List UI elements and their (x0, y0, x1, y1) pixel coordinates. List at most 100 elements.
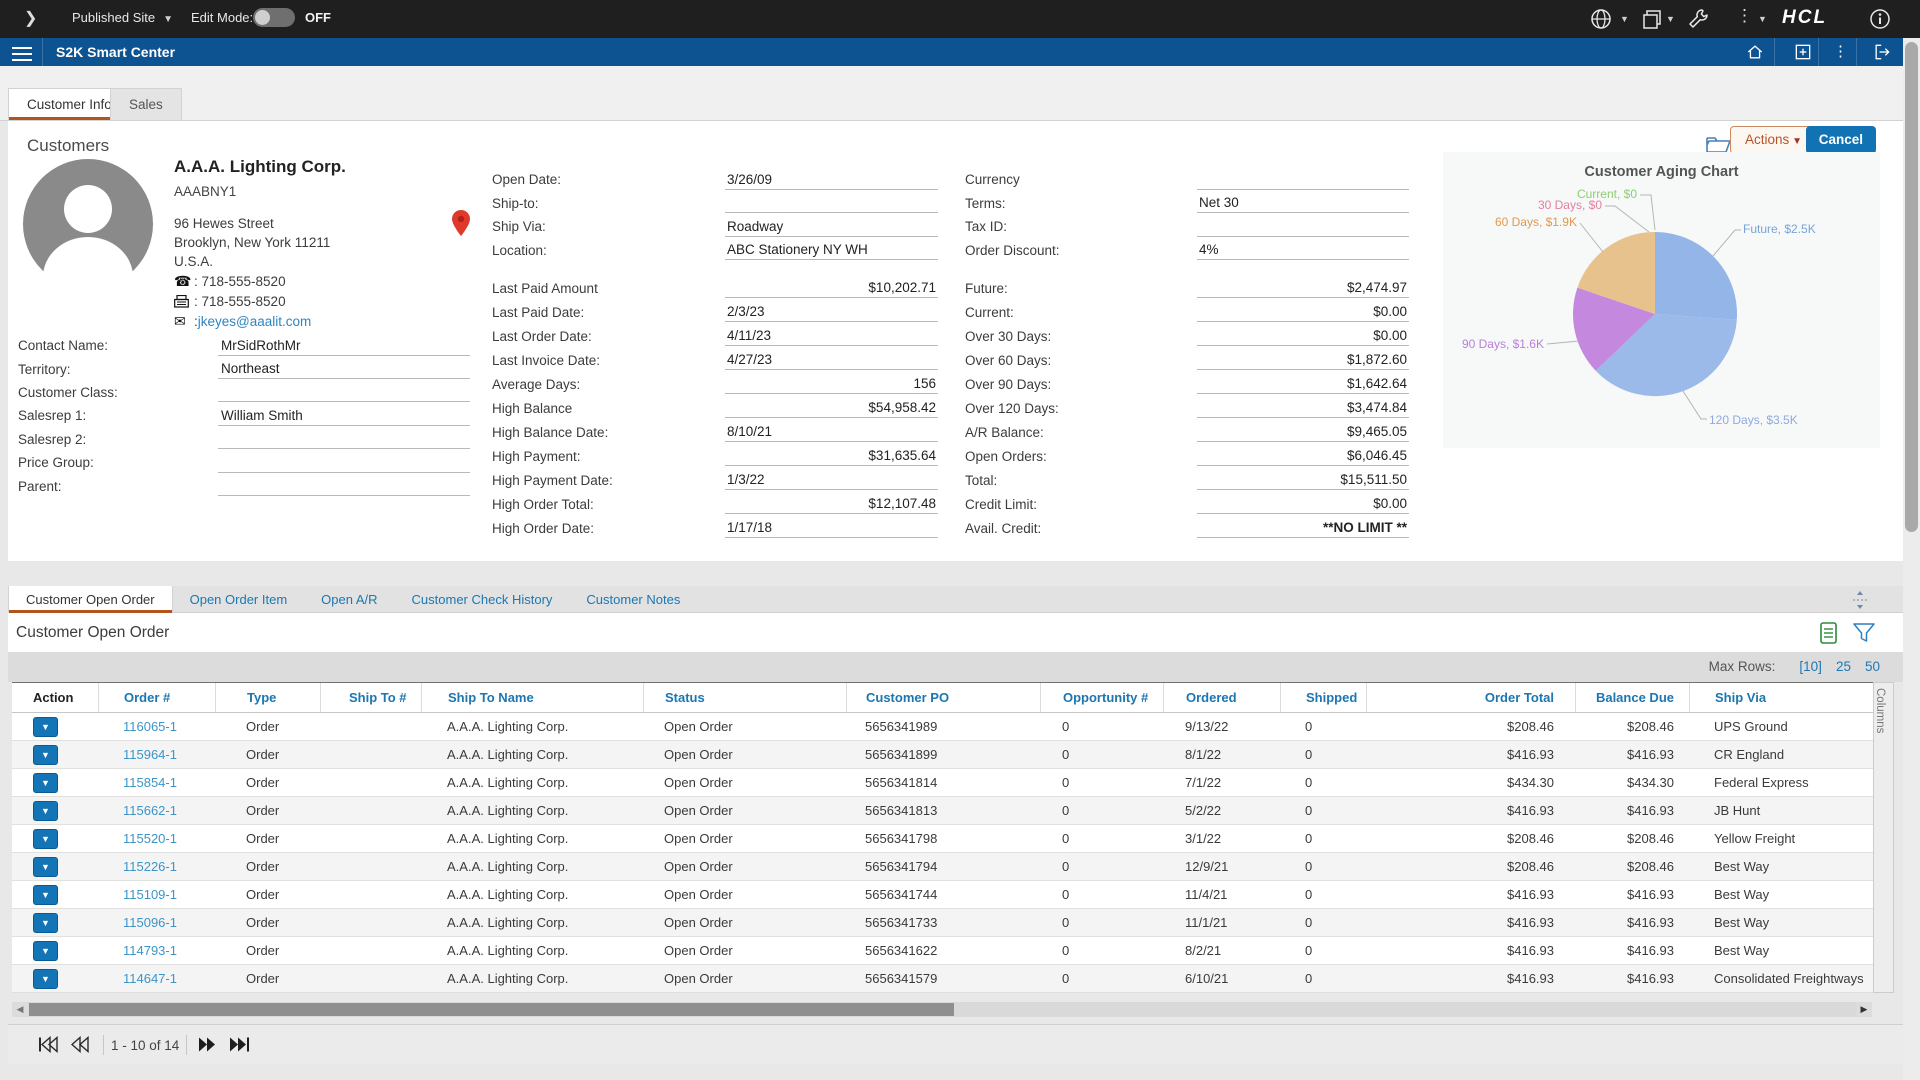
row-action-menu-button[interactable]: ▼ (33, 717, 58, 737)
actions-button[interactable]: Actions ▼ (1730, 126, 1817, 154)
subtab-open-a-r[interactable]: Open A/R (304, 586, 394, 613)
globe-caret-icon[interactable]: ▼ (1620, 14, 1629, 24)
field-parent[interactable] (218, 476, 470, 496)
field-ship-via[interactable]: Roadway (725, 217, 938, 237)
field-high-balance[interactable]: $54,958.42 (725, 398, 938, 418)
scrollbar-thumb[interactable] (29, 1003, 954, 1016)
scroll-left-arrow-icon[interactable]: ◀ (12, 1002, 28, 1017)
previous-page-button[interactable] (71, 1036, 91, 1053)
wrench-icon[interactable] (1686, 7, 1710, 31)
field-last-paid-amount[interactable]: $10,202.71 (725, 278, 938, 298)
field-high-order-date[interactable]: 1/17/18 (725, 518, 938, 538)
field-average-days[interactable]: 156 (725, 374, 938, 394)
kebab-caret-icon[interactable]: ▼ (1758, 14, 1767, 24)
logout-icon[interactable] (1872, 42, 1892, 62)
field-last-invoice-date[interactable]: 4/27/23 (725, 350, 938, 370)
columns-panel-toggle[interactable]: Columns (1873, 682, 1894, 993)
column-header-shipped[interactable]: Shipped (1280, 683, 1366, 712)
field-high-balance-date[interactable]: 8/10/21 (725, 422, 938, 442)
row-action-menu-button[interactable]: ▼ (33, 801, 58, 821)
pages-caret-icon[interactable]: ▼ (1666, 14, 1675, 24)
field-currency[interactable] (1197, 170, 1409, 190)
field-salesrep-2[interactable] (218, 429, 470, 449)
max-rows-option-10[interactable]: [10] (1799, 659, 1822, 674)
field-current[interactable]: $0.00 (1197, 302, 1409, 322)
field-terms[interactable]: Net 30 (1197, 193, 1409, 213)
field-tax-id[interactable] (1197, 217, 1409, 237)
row-action-menu-button[interactable]: ▼ (33, 913, 58, 933)
first-page-button[interactable] (38, 1036, 58, 1053)
field-last-order-date[interactable]: 4/11/23 (725, 326, 938, 346)
info-icon[interactable] (1868, 7, 1892, 31)
add-window-icon[interactable] (1793, 42, 1813, 62)
field-location[interactable]: ABC Stationery NY WH (725, 240, 938, 260)
field-future[interactable]: $2,474.97 (1197, 278, 1409, 298)
column-header-ordered[interactable]: Ordered (1163, 683, 1280, 712)
pie-slice-future[interactable] (1655, 232, 1737, 320)
field-a-r-balance[interactable]: $9,465.05 (1197, 422, 1409, 442)
export-spreadsheet-icon[interactable] (1820, 622, 1840, 644)
column-header-order-total[interactable]: Order Total (1366, 683, 1575, 712)
row-action-menu-button[interactable]: ▼ (33, 857, 58, 877)
field-price-group[interactable] (218, 453, 470, 473)
column-header-order[interactable]: Order # (98, 683, 215, 712)
column-header-opportunity[interactable]: Opportunity # (1040, 683, 1163, 712)
hamburger-menu-icon[interactable] (12, 43, 32, 61)
field-customer-class[interactable] (218, 382, 470, 402)
field-open-orders[interactable]: $6,046.45 (1197, 446, 1409, 466)
column-header-type[interactable]: Type (215, 683, 320, 712)
column-header-balance-due[interactable]: Balance Due (1575, 683, 1689, 712)
subtab-customer-open-order[interactable]: Customer Open Order (8, 586, 173, 613)
appbar-kebab-menu-icon[interactable]: ⋮ (1833, 42, 1848, 60)
field-high-order-total[interactable]: $12,107.48 (725, 494, 938, 514)
field-territory[interactable]: Northeast (218, 359, 470, 379)
row-action-menu-button[interactable]: ▼ (33, 969, 58, 989)
next-page-button[interactable] (198, 1036, 218, 1053)
field-total[interactable]: $15,511.50 (1197, 470, 1409, 490)
column-header-customer-po[interactable]: Customer PO (846, 683, 1040, 712)
home-icon[interactable] (1745, 42, 1765, 62)
field-open-date[interactable]: 3/26/09 (725, 170, 938, 190)
order-number-link[interactable]: 115096-1 (123, 915, 177, 930)
cancel-button[interactable]: Cancel (1806, 126, 1876, 154)
scroll-right-arrow-icon[interactable]: ▶ (1856, 1002, 1872, 1017)
field-high-payment[interactable]: $31,635.64 (725, 446, 938, 466)
max-rows-option-50[interactable]: 50 (1865, 659, 1880, 674)
order-number-link[interactable]: 115520-1 (123, 831, 177, 846)
globe-icon[interactable] (1589, 7, 1613, 31)
page-vertical-scrollbar[interactable] (1903, 38, 1920, 1080)
row-action-menu-button[interactable]: ▼ (33, 745, 58, 765)
order-number-link[interactable]: 115854-1 (123, 775, 177, 790)
field-avail-credit[interactable]: **NO LIMIT ** (1197, 518, 1409, 538)
expand-panel-icon[interactable]: ❯ (24, 8, 37, 28)
portal-kebab-menu-icon[interactable]: ⋮ (1736, 6, 1753, 26)
order-number-link[interactable]: 114647-1 (123, 971, 177, 986)
order-number-link[interactable]: 115662-1 (123, 803, 177, 818)
pages-icon[interactable] (1640, 7, 1664, 31)
field-over-120-days[interactable]: $3,474.84 (1197, 398, 1409, 418)
row-action-menu-button[interactable]: ▼ (33, 829, 58, 849)
order-number-link[interactable]: 116065-1 (123, 719, 177, 734)
subtab-customer-check-history[interactable]: Customer Check History (395, 586, 570, 613)
edit-mode-toggle[interactable] (253, 8, 295, 27)
order-number-link[interactable]: 115964-1 (123, 747, 177, 762)
field-over-30-days[interactable]: $0.00 (1197, 326, 1409, 346)
field-over-90-days[interactable]: $1,642.64 (1197, 374, 1409, 394)
column-header-ship-via[interactable]: Ship Via (1689, 683, 1873, 712)
column-header-ship-to-name[interactable]: Ship To Name (421, 683, 643, 712)
field-high-payment-date[interactable]: 1/3/22 (725, 470, 938, 490)
scrollbar-thumb[interactable] (1905, 42, 1918, 532)
email-link[interactable]: jkeyes@aaalit.com (198, 314, 312, 329)
subtab-open-order-item[interactable]: Open Order Item (173, 586, 305, 613)
row-action-menu-button[interactable]: ▼ (33, 941, 58, 961)
field-credit-limit[interactable]: $0.00 (1197, 494, 1409, 514)
field-contact-name[interactable]: MrSidRothMr (218, 336, 470, 356)
field-salesrep-1[interactable]: William Smith (218, 406, 470, 426)
max-rows-option-25[interactable]: 25 (1836, 659, 1851, 674)
column-header-status[interactable]: Status (643, 683, 846, 712)
row-action-menu-button[interactable]: ▼ (33, 773, 58, 793)
column-header-ship-to[interactable]: Ship To # (320, 683, 421, 712)
field-over-60-days[interactable]: $1,872.60 (1197, 350, 1409, 370)
subtab-customer-notes[interactable]: Customer Notes (569, 586, 697, 613)
field-ship-to[interactable] (725, 193, 938, 213)
